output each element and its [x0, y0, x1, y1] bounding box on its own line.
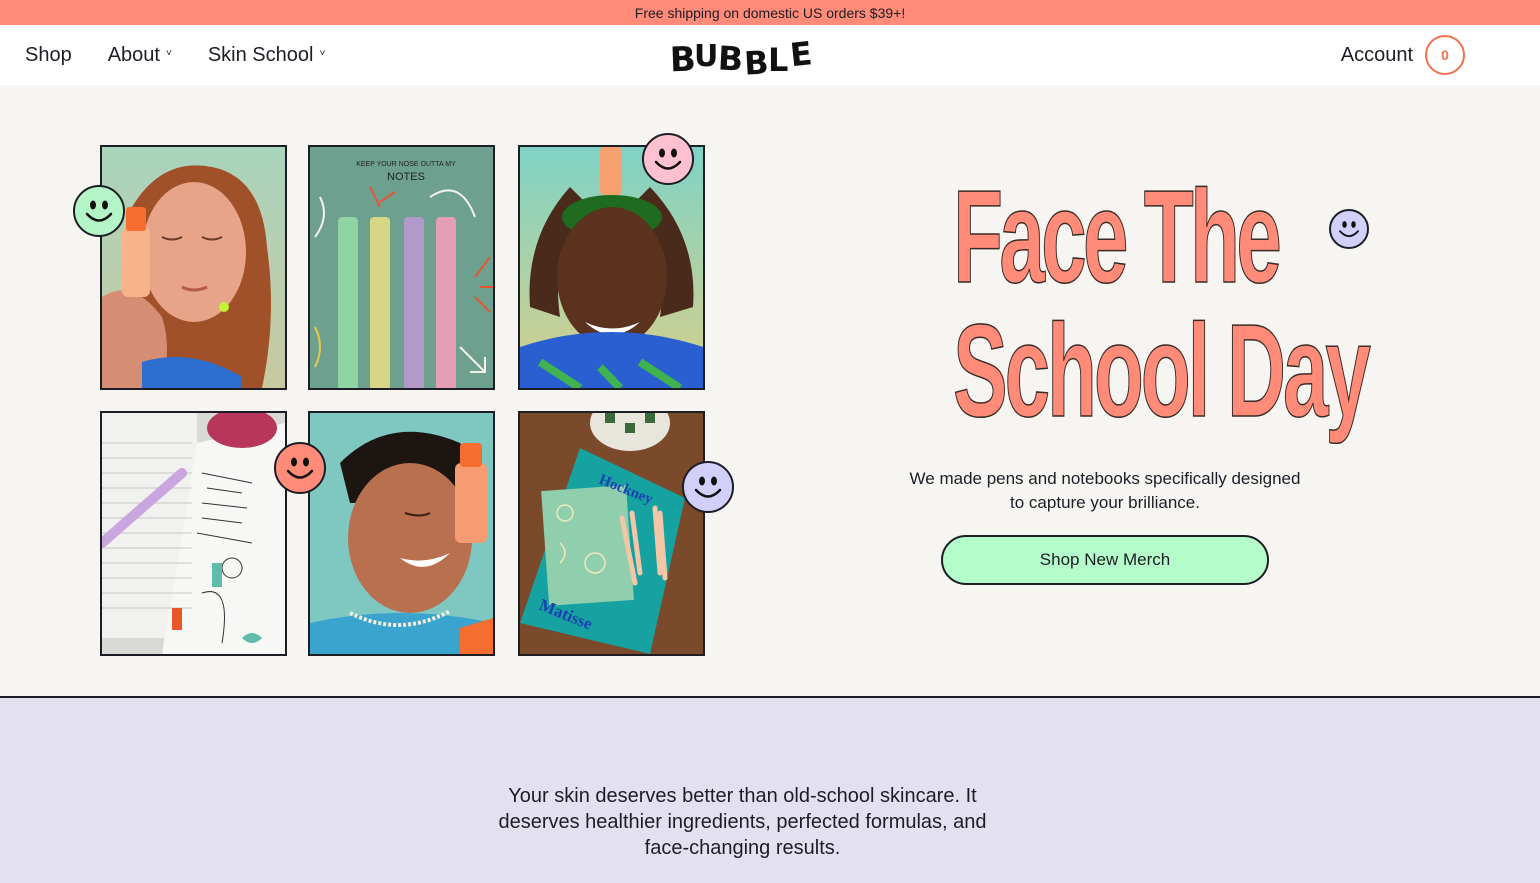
account-link[interactable]: Account	[1341, 44, 1413, 67]
green-smiley-icon	[73, 185, 125, 237]
notes-caption-small: KEEP YOUR NOSE OUTTA MY	[356, 161, 456, 168]
nav-links: Shop About ˅ Skin School ˅	[25, 25, 325, 85]
nav-skin-school-label: Skin School	[207, 43, 314, 66]
woman-with-serum-photo[interactable]	[100, 145, 287, 390]
svg-text:B: B	[669, 40, 696, 79]
nav-shop[interactable]: Shop	[25, 44, 72, 67]
cart-button[interactable]: 0	[1425, 35, 1465, 75]
svg-text:B: B	[717, 38, 744, 78]
svg-text:L: L	[768, 41, 788, 79]
announcement-text: Free shipping on domestic US orders $39+…	[634, 4, 906, 21]
nav-account-area: Account 0	[1341, 25, 1465, 85]
desk-image: Hockney Matisse	[520, 413, 703, 654]
smiling-man-image	[310, 413, 493, 654]
coral-smiley-icon	[274, 442, 326, 494]
notes-caption-big: NOTES	[387, 171, 425, 183]
headline-smiley-icon	[1329, 209, 1369, 249]
svg-text:B: B	[743, 43, 769, 79]
pens-image: KEEP YOUR NOSE OUTTA MY NOTES	[310, 147, 493, 388]
chevron-down-icon: ˅	[165, 47, 172, 59]
about-text: Your skin deserves better than old-schoo…	[498, 785, 987, 859]
bubble-logo[interactable]: B U B B L E	[668, 33, 822, 79]
cart-count: 0	[1441, 47, 1449, 63]
about-section: Your skin deserves better than old-schoo…	[0, 698, 1540, 883]
top-navigation: Shop About ˅ Skin School ˅ B U B B L E A…	[0, 25, 1540, 85]
notebook-and-pens-on-desk-photo[interactable]: Hockney Matisse	[518, 411, 705, 656]
notebook-image	[102, 413, 285, 654]
announcement-bar: Free shipping on domestic US orders $39+…	[0, 0, 1540, 25]
nav-skin-school[interactable]: Skin School ˅	[208, 44, 325, 67]
svg-text:E: E	[788, 34, 814, 74]
nav-shop-label: Shop	[25, 43, 72, 66]
headline-line-2: School Day	[953, 297, 1372, 444]
shop-new-merch-button[interactable]: Shop New Merch	[941, 535, 1269, 585]
notebook-doodles-photo[interactable]	[100, 411, 287, 656]
hero-headline: Face The School Day	[953, 163, 1372, 444]
hero-section: KEEP YOUR NOSE OUTTA MY NOTES Hockney Ma…	[0, 85, 1540, 696]
pens-notes-photo[interactable]: KEEP YOUR NOSE OUTTA MY NOTES	[308, 145, 495, 390]
chevron-down-icon: ˅	[319, 47, 326, 59]
nav-about-label: About	[107, 43, 160, 66]
hero-subtitle: We made pens and notebooks specifically …	[909, 469, 1301, 512]
smiling-man-with-bottle-photo[interactable]	[308, 411, 495, 656]
headline-line-1: Face The	[953, 163, 1283, 310]
lavender-smiley-icon	[682, 461, 734, 513]
svg-text:U: U	[694, 39, 718, 74]
woman-with-serum-image	[102, 147, 285, 388]
pink-smiley-icon	[642, 133, 694, 185]
nav-about[interactable]: About ˅	[108, 44, 172, 67]
shop-new-merch-label: Shop New Merch	[1039, 550, 1171, 569]
